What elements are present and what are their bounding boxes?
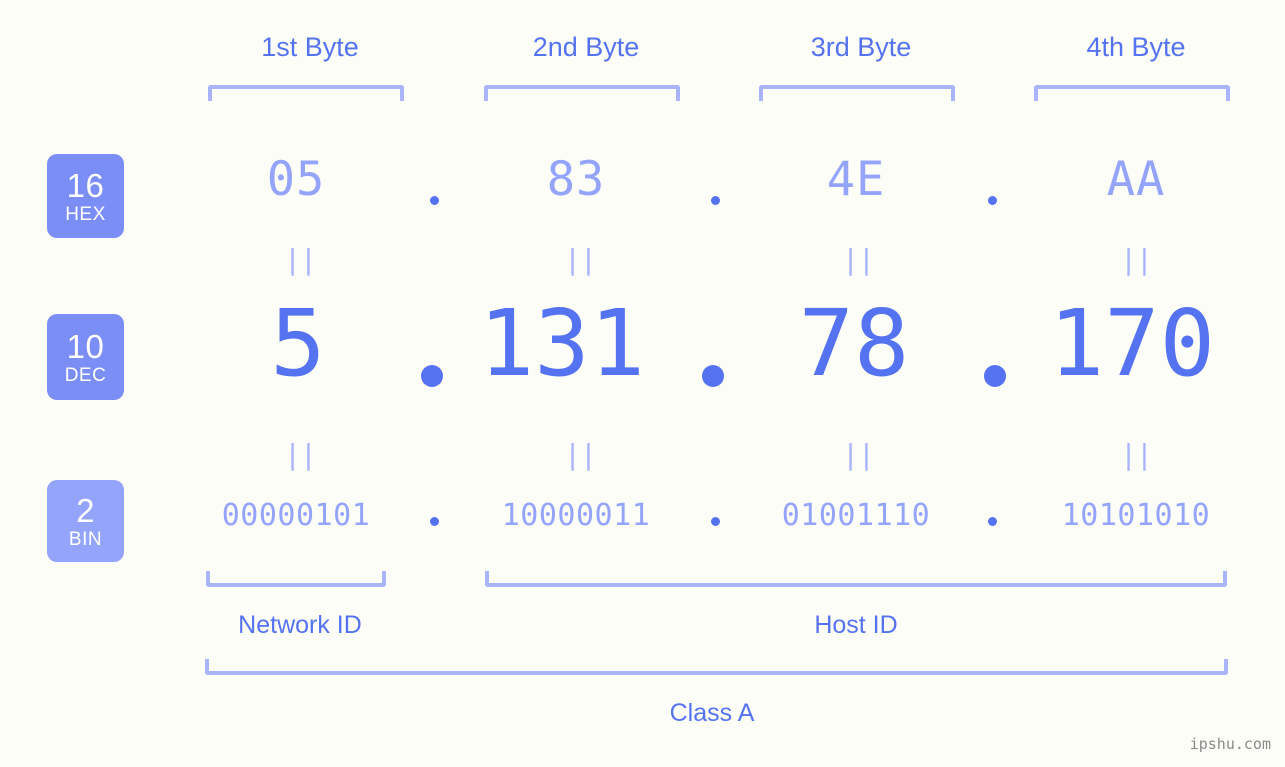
class-label: Class A — [669, 699, 755, 727]
byte-bracket-4 — [1034, 85, 1230, 101]
bin-separator-2 — [711, 517, 720, 526]
hex-separator-3 — [988, 196, 997, 205]
badge-bin: 2 BIN — [47, 480, 124, 562]
bin-separator-3 — [988, 517, 997, 526]
bin-byte-4: 10101010 — [1061, 498, 1211, 533]
byte-bracket-2 — [484, 85, 680, 101]
hex-separator-2 — [711, 196, 720, 205]
equality-mark-dec-bin-3: || — [842, 438, 875, 471]
class-bracket — [205, 659, 1228, 675]
bin-separator-1 — [430, 517, 439, 526]
dec-byte-4: 170 — [1048, 290, 1216, 397]
badge-dec-number: 10 — [66, 327, 105, 365]
dec-separator-1 — [421, 365, 443, 387]
badge-dec: 10 DEC — [47, 314, 124, 400]
byte-bracket-1 — [208, 85, 404, 101]
equality-mark-hex-dec-4: || — [1120, 243, 1153, 276]
dec-byte-3: 78 — [798, 290, 910, 397]
badge-bin-number: 2 — [76, 491, 95, 529]
byte-header-2: 2nd Byte — [532, 32, 640, 62]
host-id-label: Host ID — [814, 611, 898, 639]
byte-header-1: 1st Byte — [261, 32, 359, 62]
bin-byte-1: 00000101 — [221, 498, 371, 533]
watermark: ipshu.com — [1189, 735, 1271, 753]
byte-header-4: 4th Byte — [1086, 32, 1186, 62]
badge-hex-unit: HEX — [65, 203, 106, 225]
equality-mark-hex-dec-3: || — [842, 243, 875, 276]
badge-dec-unit: DEC — [64, 364, 107, 386]
equality-mark-hex-dec-1: || — [284, 243, 317, 276]
byte-bracket-3 — [759, 85, 955, 101]
network-id-bracket — [206, 571, 386, 587]
hex-byte-1: 05 — [266, 152, 326, 207]
dec-separator-2 — [702, 365, 724, 387]
byte-header-3: 3rd Byte — [810, 32, 912, 62]
host-id-bracket — [485, 571, 1227, 587]
bin-byte-2: 10000011 — [501, 498, 651, 533]
hex-separator-1 — [430, 196, 439, 205]
badge-hex-number: 16 — [66, 166, 105, 204]
equality-mark-dec-bin-1: || — [284, 438, 317, 471]
hex-byte-3: 4E — [826, 152, 886, 207]
dec-byte-2: 131 — [478, 290, 646, 397]
equality-mark-dec-bin-2: || — [564, 438, 597, 471]
ip-address-diagram: 1st Byte 2nd Byte 3rd Byte 4th Byte 16 H… — [0, 0, 1285, 767]
equality-mark-dec-bin-4: || — [1120, 438, 1153, 471]
hex-byte-4: AA — [1106, 152, 1166, 207]
hex-byte-2: 83 — [546, 152, 606, 207]
badge-bin-unit: BIN — [68, 528, 103, 550]
dec-separator-3 — [984, 365, 1006, 387]
equality-mark-hex-dec-2: || — [564, 243, 597, 276]
network-id-label: Network ID — [238, 611, 362, 639]
badge-hex: 16 HEX — [47, 154, 124, 238]
dec-byte-1: 5 — [270, 290, 326, 397]
bin-byte-3: 01001110 — [781, 498, 931, 533]
